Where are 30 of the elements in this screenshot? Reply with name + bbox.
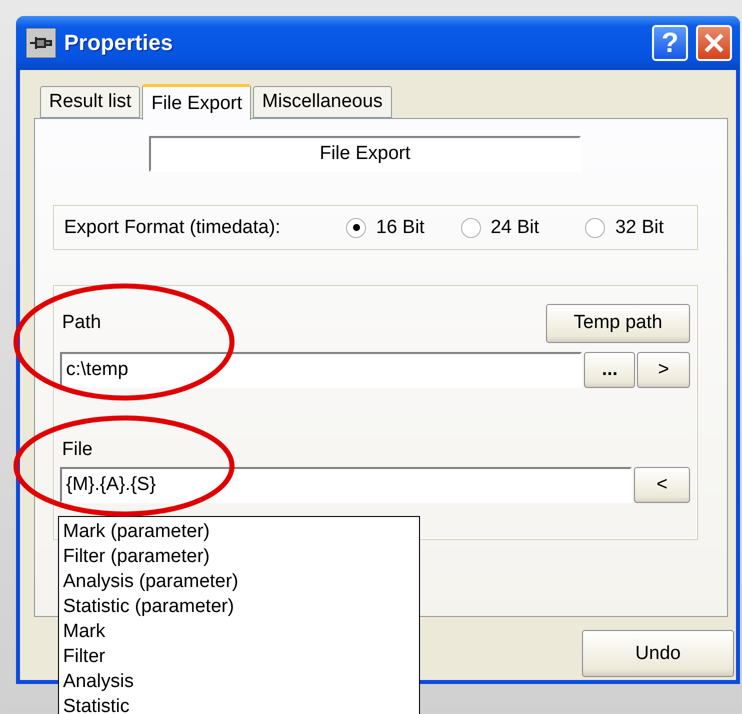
path-label: Path	[62, 312, 102, 334]
path-field[interactable]: c:\temp	[60, 352, 582, 388]
browse-button[interactable]: ...	[584, 352, 636, 388]
dropdown-item[interactable]: Analysis (parameter)	[63, 569, 415, 594]
file-field[interactable]: {M}.{A}.{S}	[60, 467, 632, 503]
tab[interactable]: Result list	[40, 86, 140, 118]
apply-button[interactable]: >	[637, 352, 690, 388]
dropdown-item[interactable]: Statistic	[63, 694, 415, 714]
dropdown-item[interactable]: Filter	[63, 644, 415, 669]
dropdown-item[interactable]: Mark	[63, 619, 415, 644]
dropdown-item[interactable]: Analysis	[63, 669, 415, 694]
format-label: Export Format (timedata):	[64, 216, 282, 238]
window-title: Properties	[64, 30, 174, 56]
tab[interactable]: File Export	[142, 84, 252, 120]
insert-button[interactable]: <	[634, 467, 690, 503]
temp-path-button[interactable]: Temp path	[546, 304, 690, 342]
dropdown-item[interactable]: Statistic (parameter)	[63, 594, 415, 619]
close-button[interactable]	[696, 25, 732, 61]
radio-option[interactable]: 24 Bit	[460, 216, 540, 238]
help-button[interactable]: ?	[652, 25, 688, 61]
dropdown-item[interactable]: Filter (parameter)	[63, 544, 415, 569]
tab[interactable]: Miscellaneous	[253, 86, 392, 118]
dropdown-item[interactable]: Mark (parameter)	[63, 519, 415, 544]
radio-option[interactable]: 32 Bit	[585, 216, 664, 238]
file-label: File	[62, 439, 93, 461]
panel-title-field: File Export	[149, 136, 581, 172]
undo-button[interactable]: Undo	[582, 630, 734, 677]
radio-option[interactable]: 16 Bit	[346, 216, 425, 238]
close-icon	[703, 32, 725, 54]
pushpin-icon	[26, 28, 56, 58]
